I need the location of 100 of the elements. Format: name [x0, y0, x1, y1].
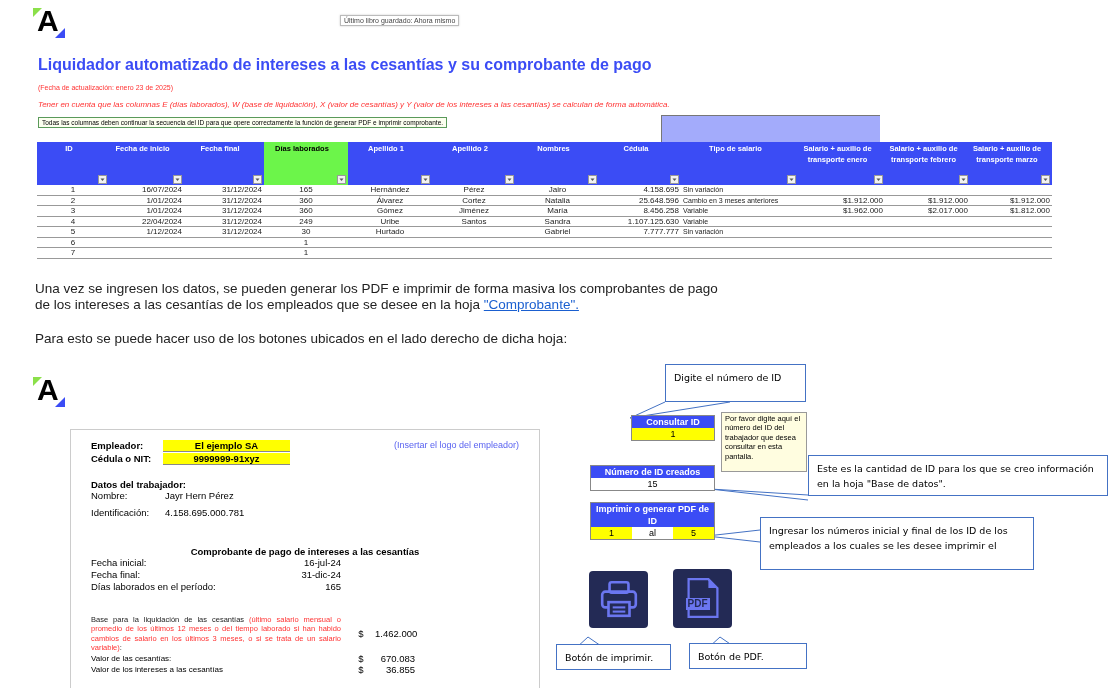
table-cell: 30 — [301, 227, 311, 236]
table-cell: 1 — [70, 185, 76, 194]
table-cell: 16/07/2024 — [141, 185, 182, 194]
filter-dropdown-icon[interactable] — [173, 175, 182, 184]
table-cell: Sandra — [544, 216, 571, 226]
table-cell: 7 — [70, 248, 76, 257]
filter-dropdown-icon[interactable] — [588, 175, 597, 184]
field-value: 31-dic-24 — [301, 568, 341, 581]
table-cell: María — [547, 206, 568, 215]
table-cell: 31/12/2024 — [221, 216, 262, 226]
field-label: Identificación: — [91, 506, 151, 518]
table-cell: 1/01/2024 — [146, 195, 182, 205]
currency-sign: $ — [357, 663, 365, 675]
table-cell: $1.912.000 — [927, 195, 968, 205]
filter-dropdown-icon[interactable] — [787, 175, 796, 184]
currency-sign: $ — [357, 652, 365, 664]
auto-calc-note: Tener en cuenta que las columnas E (días laborados), W (base de liquidación), X (valor de cesantías) y Y (valor de los intereses a las cesantías) se calculan de forma automática. — [38, 100, 671, 109]
pdf-file-icon: PDF — [684, 576, 721, 620]
nit-label: Cédula o NIT: — [91, 452, 153, 465]
callout-box: Ingresar los números inicial y final de los ID de los empleados a los cuales se les desee imprimir el — [760, 516, 1034, 570]
field-value: 1.462.000 — [375, 628, 415, 639]
instructions-paragraph: Una vez se ingresen los datos, se pueden generar los PDF e imprimir de forma masiva los comprobantes de pago de los intereses a las cesantías de los empleados que se desee en la hoja "Comprobante". — [35, 280, 719, 313]
table-cell: Natalia — [545, 195, 570, 205]
table-cell: Jairo — [548, 185, 567, 194]
table-cell: Hernández — [370, 185, 410, 194]
table-cell: 8.456.258 — [643, 206, 679, 215]
table-cell: 31/12/2024 — [221, 195, 262, 205]
table-cell: 6 — [70, 237, 76, 247]
callout-box: Digite el número de ID — [665, 363, 806, 402]
widget-header: Consultar ID — [632, 415, 714, 428]
callout-box: Botón de PDF. — [689, 642, 807, 669]
filter-dropdown-icon[interactable] — [1041, 175, 1050, 184]
field-value: 16-jul-24 — [304, 556, 341, 569]
table-cell: Hurtado — [375, 227, 405, 236]
pdf-button[interactable]: PDF — [673, 568, 732, 628]
receipt-title: Comprobante de pago de intereses a las cesantías — [189, 545, 421, 557]
currency-sign: $ — [357, 628, 365, 639]
field-value: 36.855 — [384, 663, 415, 675]
page-title: Liquidador automatizado de intereses a las cesantías y su comprobante de pago — [38, 56, 653, 74]
widget-header: Número de ID creados — [591, 465, 714, 478]
instructions-paragraph: Para esto se puede hacer uso de los botones ubicados en el lado derecho de dicha hoja: — [35, 330, 569, 347]
table-cell: Gabriel — [544, 227, 571, 236]
table-cell: 360 — [299, 195, 313, 205]
logo-mark: A — [33, 8, 65, 38]
table-cell: 31/12/2024 — [221, 206, 262, 215]
table-cell: Cortez — [462, 195, 486, 205]
field-label: Valor de los intereses a las cesantías — [91, 663, 224, 675]
filter-dropdown-icon[interactable] — [670, 175, 679, 184]
table-cell: $2.017.000 — [927, 206, 968, 215]
table-cell: 165 — [299, 185, 313, 194]
table-cell: $1.912.000 — [842, 195, 883, 205]
field-label: Días laborados en el período: — [91, 580, 216, 593]
filter-dropdown-icon[interactable] — [421, 175, 430, 184]
table-cell: Gómez — [377, 206, 403, 215]
table-cell: $1.962.000 — [842, 206, 883, 215]
field-label: Fecha final: — [91, 568, 141, 581]
table-cell: 249 — [299, 216, 313, 226]
field-value: 670.083 — [379, 652, 415, 664]
filter-dropdown-icon[interactable] — [874, 175, 883, 184]
table-cell: 31/12/2024 — [221, 185, 262, 194]
filter-dropdown-icon[interactable] — [337, 175, 346, 184]
nit-field[interactable]: 9999999-91xyz — [163, 452, 290, 465]
filter-dropdown-icon[interactable] — [98, 175, 107, 184]
table-cell: 7.777.777 — [643, 227, 679, 236]
employer-field[interactable]: El ejemplo SA — [163, 439, 290, 452]
print-button[interactable] — [589, 570, 648, 628]
table-cell: 1/12/2024 — [146, 227, 182, 236]
table-cell: 3 — [70, 206, 76, 215]
section-heading: Datos del trabajador: — [91, 478, 188, 490]
logo-mark: A — [33, 376, 65, 407]
table-cell: 360 — [299, 206, 313, 215]
table-cell: Jiménez — [459, 206, 489, 215]
employer-label: Empleador: — [91, 439, 145, 452]
range-separator: al — [648, 526, 657, 539]
widget-header: Imprimir o generar PDF de ID — [591, 502, 714, 527]
table-cell: 1 — [303, 248, 309, 257]
filter-dropdown-icon[interactable] — [253, 175, 262, 184]
filter-dropdown-icon[interactable] — [505, 175, 514, 184]
table-cell: 25.648.596 — [638, 195, 679, 205]
filter-dropdown-icon[interactable] — [959, 175, 968, 184]
table-cell: 1.107.125.630 — [627, 216, 679, 226]
table-cell: 31/12/2024 — [221, 227, 262, 236]
field-label: Valor de las cesantías: — [91, 652, 173, 664]
callout-box: Este es la cantidad de ID para los que se creo información en la hoja "Base de datos". — [808, 454, 1108, 496]
table-cell: Santos — [461, 216, 487, 226]
callout-box: Botón de imprimir. — [556, 643, 671, 670]
table-cell: 1/01/2024 — [146, 206, 182, 215]
logo-placeholder-text: (Insertar el logo del empleador) — [393, 439, 519, 452]
table-cell: 4.158.695 — [643, 185, 679, 194]
table-cell: 4 — [70, 216, 76, 226]
table-cell: $1.812.000 — [1009, 206, 1050, 215]
table-cell: Álvarez — [376, 195, 404, 205]
table-cell: $1.912.000 — [1009, 195, 1050, 205]
field-label: Fecha inicial: — [91, 556, 147, 569]
field-value: Jayr Hern Pérez — [165, 489, 234, 501]
table-cell: 22/04/2024 — [141, 216, 182, 226]
sheet-link[interactable]: "Comprobante". — [483, 296, 579, 312]
field-value: 165 — [325, 580, 341, 593]
table-cell: 2 — [70, 195, 76, 205]
table-cell: 1 — [303, 237, 309, 247]
